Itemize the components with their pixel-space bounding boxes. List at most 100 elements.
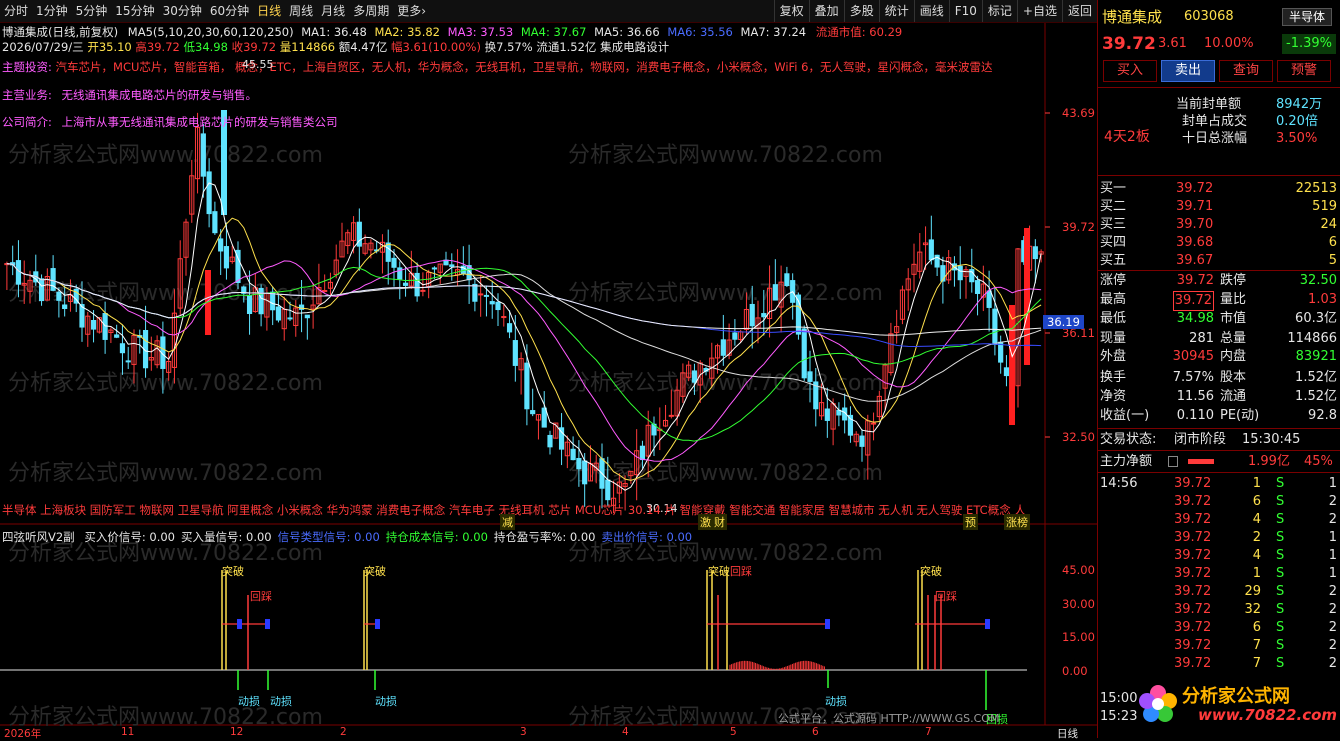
stop-label: 动损 (375, 695, 397, 708)
period-tab[interactable]: 60分钟 (206, 0, 253, 22)
candle-body (605, 479, 611, 501)
period-tab[interactable]: 30分钟 (159, 0, 206, 22)
quote-label: 外盘 (1100, 349, 1127, 364)
x-tick: 5 (730, 726, 737, 738)
candle-body (928, 239, 934, 261)
event-tag[interactable]: 减 (500, 514, 515, 530)
candle-body (859, 435, 865, 447)
tick-row: 39.72 1 S 1 (1098, 565, 1340, 583)
query-button[interactable]: 查询 (1219, 60, 1273, 82)
quote-row: 现量 281 总量 114866 (1098, 330, 1340, 348)
tick-price: 39.72 (1174, 494, 1212, 509)
bid-label: 买三 (1100, 217, 1127, 232)
logo-url: www.70822.com (1198, 706, 1338, 724)
tick-count: 2 (1328, 512, 1337, 527)
tick-row: 14:56 39.72 1 S 1 (1098, 475, 1340, 493)
x-tick: 3 (520, 726, 527, 738)
tick-count: 2 (1328, 620, 1337, 635)
level-marker (375, 619, 380, 629)
candle-body (397, 267, 403, 280)
float-cap: 流通市值: 60.29 (815, 25, 903, 39)
quote-value: 30945 (1172, 349, 1214, 364)
bar-amount: 额4.47亿 (338, 40, 388, 54)
bid-row[interactable]: 买五 39.67 5 (1098, 252, 1340, 270)
bid-row[interactable]: 买四 39.68 6 (1098, 234, 1340, 252)
candle-body (530, 410, 536, 415)
candle-body (1009, 305, 1015, 425)
bid-row[interactable]: 买二 39.71 519 (1098, 198, 1340, 216)
bar-high: 高39.72 (135, 40, 180, 54)
event-tag[interactable]: 涨榜 (1004, 514, 1030, 530)
period-tab[interactable]: 更多› (393, 0, 430, 22)
period-tab[interactable]: 15分钟 (111, 0, 158, 22)
company-text: 上海市从事无线通讯集成电路芯片的研发与销售类公司 (61, 115, 338, 129)
toolbar-button[interactable]: 叠加 (808, 0, 844, 22)
price-tick: 39.72 (1062, 220, 1095, 234)
period-tab[interactable]: 月线 (317, 0, 349, 22)
kline-chart[interactable]: 分析家公式网www.70822.com 分析家公式网www.70822.com 分析… (0, 0, 1097, 738)
period-tab[interactable]: 5分钟 (72, 0, 112, 22)
candle-body (15, 260, 22, 285)
tick-price: 39.72 (1174, 548, 1212, 563)
event-tag[interactable]: 财 (712, 514, 727, 530)
candle-body (125, 360, 131, 363)
bid-row[interactable]: 买三 39.70 24 (1098, 216, 1340, 234)
candle-body (784, 273, 790, 287)
candle-body (223, 246, 230, 269)
bid-row[interactable]: 买一 39.72 22513 (1098, 180, 1340, 198)
sector-change: -1.39% (1282, 34, 1336, 54)
toolbar-button[interactable]: 返回 (1061, 0, 1097, 22)
toolbar-button[interactable]: F10 (948, 0, 982, 22)
candle-body (483, 294, 490, 297)
toolbar-button[interactable]: 多股 (843, 0, 879, 22)
sector-tag[interactable]: 半导体 (1282, 8, 1333, 26)
x-tick: 2026年 (4, 728, 42, 740)
alert-button[interactable]: 预警 (1277, 60, 1331, 82)
tick-side: S (1276, 476, 1285, 491)
ind-tick: 45.00 (1062, 563, 1095, 577)
period-tab[interactable]: 分时 (0, 0, 32, 22)
quote-value: 92.8 (1308, 408, 1337, 423)
break-label: 突破 (920, 565, 942, 578)
candle-body (992, 308, 998, 345)
tick-volume: 7 (1252, 656, 1261, 671)
period-tab[interactable]: 日线 (253, 0, 285, 22)
list-icon[interactable] (1168, 456, 1178, 467)
sell-button[interactable]: 卖出 (1161, 60, 1215, 82)
period-label[interactable]: 日线 (1057, 726, 1078, 741)
buy-button[interactable]: 买入 (1103, 60, 1157, 82)
quote-row: 净资 11.56 流通 1.52亿 (1098, 388, 1340, 406)
candle-body (807, 371, 813, 382)
candle-body (449, 264, 455, 267)
footer-text: 公式平台，公式源码 HTTP://WWW.GS.COM (778, 712, 1000, 725)
candle-body (974, 280, 981, 294)
candle-body (212, 211, 218, 234)
company-label: 公司简介: (2, 115, 52, 129)
stop-label: 动损 (238, 695, 260, 708)
trade-time: 15:30:45 (1242, 432, 1301, 447)
candle-body (385, 242, 391, 262)
toolbar-button[interactable]: 画线 (913, 0, 949, 22)
candle-body (1032, 246, 1038, 260)
tick-count: 2 (1328, 638, 1337, 653)
toolbar-button[interactable]: 统计 (878, 0, 914, 22)
break-label: 突破 (364, 565, 386, 578)
theme-line: 主题投资: 汽车芯片，MCU芯片，智能音箱， 概念，ETC，上海自贸区，无人机，… (2, 59, 1047, 75)
candle-body (90, 320, 97, 330)
period-tab[interactable]: 周线 (285, 0, 317, 22)
tick-side: S (1276, 512, 1285, 527)
quote-label: 股本 (1220, 370, 1247, 385)
bar-float: 流通1.52亿 (536, 40, 597, 54)
bid-price: 39.68 (1176, 235, 1214, 250)
period-tab[interactable]: 1分钟 (32, 0, 72, 22)
quote-value: 11.56 (1176, 389, 1214, 404)
toolbar-button[interactable]: 标记 (981, 0, 1017, 22)
indicator-name[interactable]: 四弦听风V2副 (2, 530, 75, 544)
event-tag[interactable]: 预 (963, 514, 978, 530)
toolbar-button[interactable]: 复权 (773, 0, 809, 22)
period-tab[interactable]: 多周期 (349, 0, 393, 22)
event-tag[interactable]: 激 (698, 514, 713, 530)
bar-turnover: 换7.57% (484, 40, 533, 54)
toolbar-button[interactable]: +自选 (1016, 0, 1062, 22)
candle-body (275, 306, 282, 321)
